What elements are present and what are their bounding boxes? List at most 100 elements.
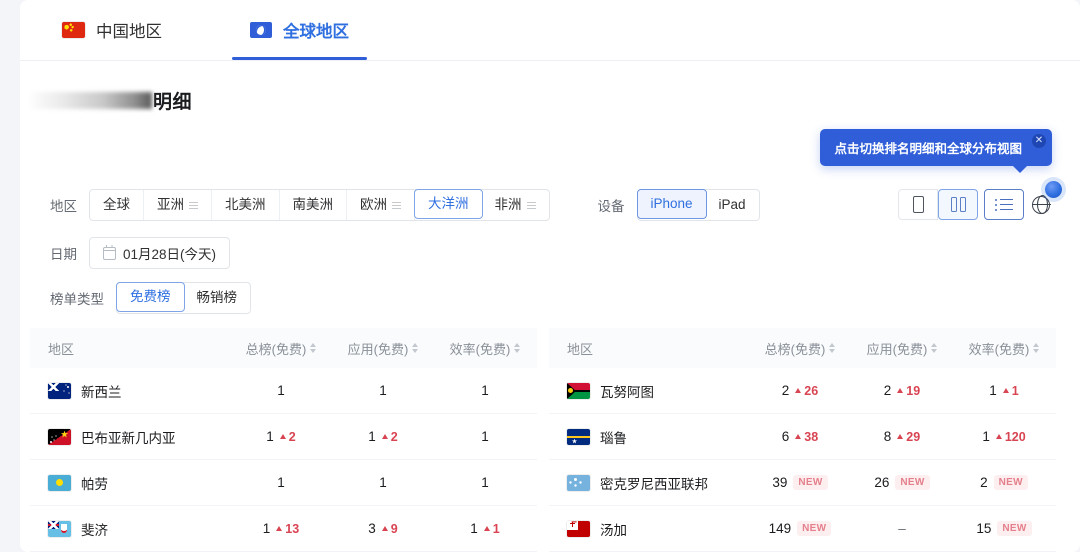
table-row[interactable]: 密克罗尼西亚联邦 39 NEW 26 NEW 2 NEW [549, 460, 1056, 506]
date-picker[interactable]: 01月28日(今天) [89, 237, 231, 269]
region-cell: 密克罗尼西亚联邦 [549, 473, 749, 493]
tab-china-label: 中国地区 [96, 23, 162, 41]
single-pane-view-button[interactable] [898, 189, 938, 220]
region-cell: 巴布亚新几内亚 [30, 427, 230, 447]
globe-view-icon [1031, 195, 1051, 214]
sort-icon[interactable] [412, 343, 419, 353]
column-header-apps[interactable]: 应用(免费) [332, 339, 434, 358]
sort-icon[interactable] [1033, 343, 1040, 353]
table-row[interactable]: 新西兰 1 1 1 [30, 368, 537, 414]
arrow-up-icon [279, 434, 286, 439]
rank-cell: 26 NEW [851, 475, 953, 490]
region-option-north-america[interactable]: 北美洲 [212, 190, 280, 220]
sort-icon[interactable] [931, 343, 938, 353]
rank-cell: 39 NEW [749, 475, 851, 490]
empty-value: – [898, 521, 906, 536]
tab-china-region[interactable]: 中国地区 [42, 0, 182, 60]
column-header-productivity[interactable]: 效率(免费) [434, 339, 536, 358]
submenu-icon [392, 201, 401, 209]
region-name: 巴布亚新几内亚 [81, 430, 176, 446]
arrow-up-icon [276, 526, 283, 531]
globe-badge-icon [250, 22, 272, 38]
region-option-europe[interactable]: 欧洲 [347, 190, 415, 220]
rank-cell: 2 NEW [953, 475, 1055, 490]
region-name: 汤加 [600, 522, 627, 538]
rank-value: 39 [772, 475, 788, 490]
highlight-dot-indicator [1045, 181, 1062, 198]
rank-cell: 149 NEW [749, 521, 851, 536]
date-filter-label: 日期 [50, 247, 77, 262]
rank-value: 15 [976, 521, 992, 536]
device-option-ipad[interactable]: iPad [706, 190, 759, 220]
rank-cell: 6 38 [749, 429, 851, 444]
rank-value: 1 [989, 383, 997, 398]
region-name: 帕劳 [81, 476, 108, 492]
rank-value: 26 [874, 475, 890, 490]
rank-cell: 8 29 [851, 429, 953, 444]
list-type-option-grossing[interactable]: 畅销榜 [184, 283, 251, 313]
new-badge: NEW [993, 475, 1028, 490]
table-body-right: 瓦努阿图 2 26 2 19 1 1 瑙鲁 6 38 8 29 1 120 密克罗尼西亚联邦 39 NEW 26 N… [549, 368, 1056, 552]
list-type-segmented-control: 免费榜 畅销榜 [116, 282, 251, 314]
device-option-iphone[interactable]: iPhone [636, 189, 707, 219]
vu-flag-icon [567, 382, 590, 399]
region-option-label: 南美洲 [292, 197, 334, 212]
column-header-productivity[interactable]: 效率(免费) [953, 339, 1055, 358]
region-option-africa[interactable]: 非洲 [482, 190, 549, 220]
tooltip-text: 点击切换排名明细和全球分布视图 [834, 142, 1022, 156]
rank-value: 8 [883, 429, 892, 444]
device-filter-label: 设备 [597, 199, 625, 214]
rank-value: 1 [277, 383, 285, 398]
rank-cell: 15 NEW [953, 521, 1055, 536]
table-row[interactable]: 斐济 1 13 3 9 1 1 [30, 506, 537, 552]
rank-cell: 1 [332, 475, 434, 490]
list-type-option-free[interactable]: 免费榜 [116, 282, 185, 312]
column-header-apps[interactable]: 应用(免费) [851, 339, 953, 358]
device-option-label: iPad [718, 197, 746, 212]
table-row[interactable]: 瑙鲁 6 38 8 29 1 120 [549, 414, 1056, 460]
sort-icon[interactable] [310, 343, 317, 353]
sort-icon[interactable] [514, 343, 521, 353]
arrow-up-icon [795, 388, 802, 393]
column-header-overall[interactable]: 总榜(免费) [749, 339, 851, 358]
table-row[interactable]: 帕劳 1 1 1 [30, 460, 537, 506]
sort-icon[interactable] [829, 343, 836, 353]
region-option-global[interactable]: 全球 [90, 190, 144, 220]
region-option-label: 大洋洲 [428, 196, 469, 211]
table-row[interactable]: 汤加 149 NEW – 15 NEW [549, 506, 1056, 552]
table-row[interactable]: 巴布亚新几内亚 1 2 1 2 1 [30, 414, 537, 460]
fm-flag-icon [567, 474, 590, 491]
close-icon[interactable]: ✕ [1032, 134, 1046, 148]
region-cell: 瓦努阿图 [549, 381, 749, 401]
region-option-south-america[interactable]: 南美洲 [280, 190, 347, 220]
rank-delta-up: 1 [1002, 384, 1019, 398]
region-name: 斐济 [81, 522, 108, 538]
rank-cell: 2 26 [749, 383, 851, 398]
submenu-icon [526, 201, 536, 209]
region-option-asia[interactable]: 亚洲 [144, 190, 212, 220]
rank-delta-up: 19 [897, 384, 920, 398]
page-title-tail: 明细 [153, 91, 193, 113]
list-type-filter-row: 榜单类型 免费榜 畅销榜 [50, 282, 251, 314]
view-switch-tooltip: 点击切换排名明细和全球分布视图 ✕ [820, 129, 1052, 173]
fj-flag-icon [48, 520, 71, 537]
table-row[interactable]: 瓦努阿图 2 26 2 19 1 1 [549, 368, 1056, 414]
rank-value: 1 [368, 429, 376, 444]
rank-delta-up: 38 [795, 430, 818, 444]
rank-cell: 1 120 [953, 429, 1055, 444]
rank-value: 1 [982, 429, 990, 444]
dual-pane-view-button[interactable] [938, 189, 978, 220]
arrow-up-icon [795, 434, 802, 439]
rank-cell: 1 [230, 475, 332, 490]
tab-global-region[interactable]: 全球地区 [230, 0, 369, 60]
region-option-oceania[interactable]: 大洋洲 [414, 189, 483, 219]
rank-cell: 2 19 [851, 383, 953, 398]
arrow-up-icon [483, 526, 490, 531]
rank-value: 6 [781, 429, 790, 444]
region-cell: 斐济 [30, 519, 230, 539]
new-badge: NEW [797, 521, 832, 536]
column-header-overall[interactable]: 总榜(免费) [230, 339, 332, 358]
column-header-region: 地区 [567, 341, 594, 357]
list-view-button[interactable] [984, 189, 1024, 220]
globe-view-button[interactable] [1024, 181, 1062, 220]
